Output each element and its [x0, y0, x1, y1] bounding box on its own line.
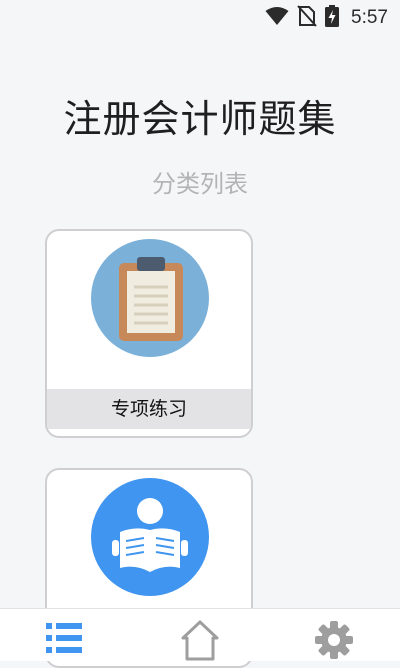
gear-icon	[314, 621, 354, 665]
page-title: 注册会计师题集	[63, 97, 337, 141]
clipboard-icon	[91, 239, 209, 357]
list-icon	[44, 623, 84, 665]
status-icons: 5:57	[265, 5, 388, 31]
tab-list[interactable]	[44, 619, 84, 661]
bottom-tab-bar	[0, 608, 400, 661]
category-card-special-practice[interactable]: 专项练习	[45, 229, 253, 438]
home-icon	[180, 620, 220, 665]
no-sim-icon	[297, 5, 317, 31]
page-subtitle: 分类列表	[152, 170, 248, 198]
tab-home[interactable]	[180, 619, 220, 661]
status-bar: 5:57	[0, 0, 400, 36]
battery-charging-icon	[325, 5, 340, 31]
reader-icon	[91, 478, 209, 596]
status-time: 5:57	[351, 7, 388, 28]
wifi-icon	[265, 6, 289, 30]
tab-settings[interactable]	[314, 619, 354, 661]
category-card-label: 专项练习	[47, 389, 251, 429]
